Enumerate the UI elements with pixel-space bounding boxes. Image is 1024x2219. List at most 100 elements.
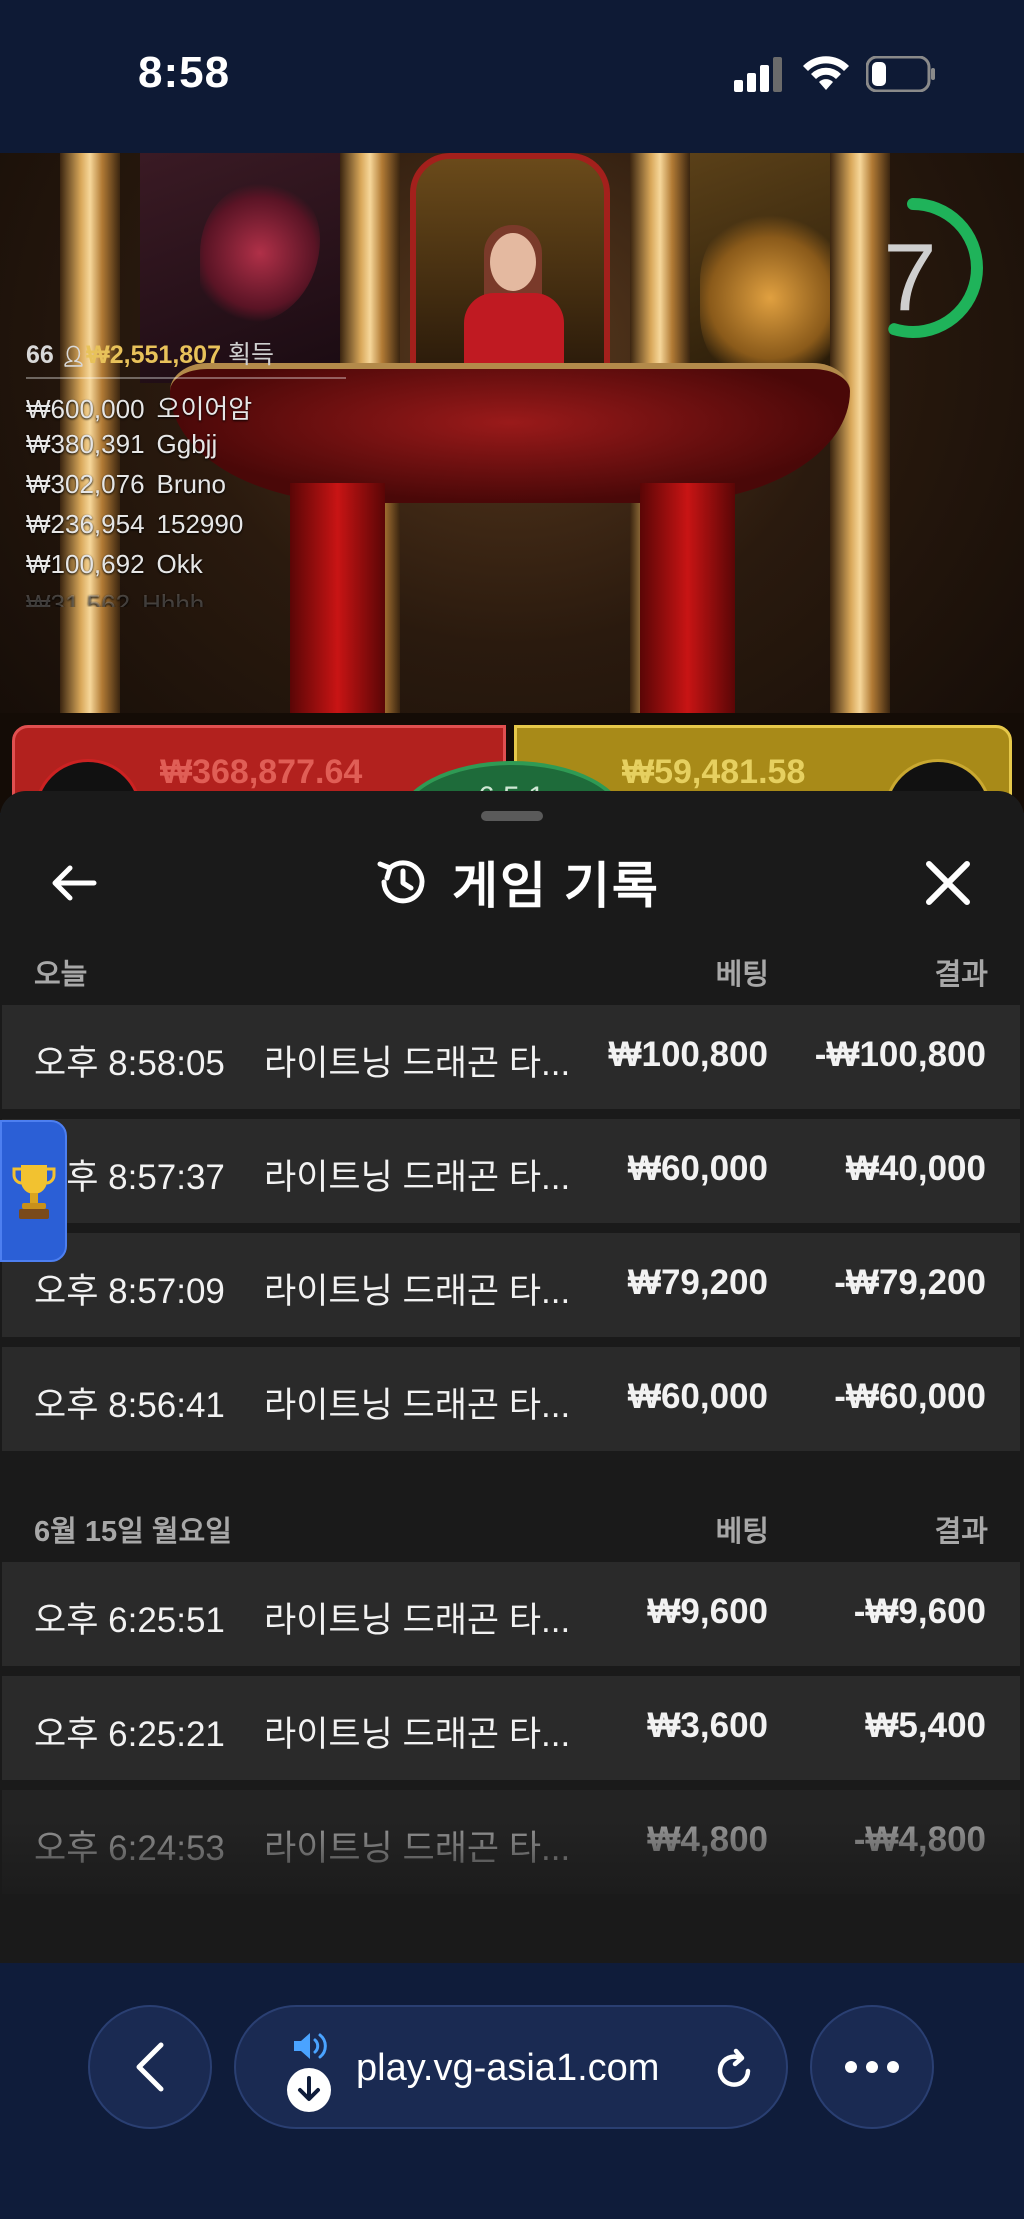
row-bet: ₩3,600 — [647, 1706, 768, 1745]
column-result: 결과 — [934, 1516, 988, 1548]
column-result: 결과 — [934, 959, 988, 991]
column-bet: 베팅 — [715, 1516, 769, 1548]
row-game: 라이트닝 드래곤 타... — [264, 1158, 571, 1197]
row-bet: ₩4,800 — [647, 1820, 768, 1859]
winner-amount: ₩236,954 — [26, 509, 145, 539]
address-bar[interactable]: play.vg-asia1.com — [234, 2005, 788, 2129]
winner-name: Okk — [156, 549, 203, 579]
winner-name: Bruno — [156, 469, 226, 499]
winners-list: 66 👤︎₩2,551,807 획득 ₩600,000 오이어암 ₩380,391… — [26, 335, 346, 607]
section-header: 오늘 베팅 결과 — [0, 937, 1024, 997]
row-result: ₩40,000 — [845, 1149, 986, 1188]
sheet-header: 게임 기록 — [0, 825, 1024, 935]
history-row[interactable]: 오후 8:57:09 라이트닝 드래곤 타... ₩79,200 -₩79,20… — [2, 1233, 1020, 1337]
tiger-bet-total: ₩59,481.58 — [622, 753, 806, 791]
row-result: -₩79,200 — [834, 1263, 986, 1302]
sheet-title: 게임 기록 — [374, 847, 660, 917]
winners-header: 66 👤︎₩2,551,807 획득 — [26, 335, 346, 379]
column-bet: 베팅 — [715, 959, 769, 991]
history-icon — [377, 860, 425, 904]
row-game: 라이트닝 드래곤 타... — [264, 1386, 571, 1425]
chevron-left-icon — [136, 2042, 164, 2092]
winner-amount: ₩302,076 — [26, 469, 145, 499]
row-bet: ₩79,200 — [627, 1263, 768, 1302]
row-result: ₩5,400 — [865, 1706, 986, 1745]
row-time: 오후 6:24:53 — [34, 1829, 225, 1868]
row-result: -₩9,600 — [853, 1592, 986, 1631]
winner-name: Hhhh — [142, 589, 205, 607]
countdown-number: 7 — [883, 224, 937, 331]
winner-name: 152990 — [156, 509, 244, 539]
winner-row: ₩380,391 Ggbjj — [26, 429, 346, 459]
history-row[interactable]: 오후 6:25:21 라이트닝 드래곤 타... ₩3,600 ₩5,400 — [2, 1676, 1020, 1780]
row-game: 라이트닝 드래곤 타... — [264, 1044, 571, 1083]
section-date: 오늘 — [34, 959, 88, 991]
winner-amount: ₩380,391 — [26, 429, 145, 459]
row-bet: ₩9,600 — [647, 1592, 768, 1631]
person-icon: 👤︎ — [60, 346, 87, 368]
reload-icon[interactable] — [710, 2047, 758, 2095]
battery-icon — [866, 56, 935, 92]
winner-name: Ggbjj — [156, 429, 218, 459]
history-row[interactable]: 오후 6:25:51 라이트닝 드래곤 타... ₩9,600 -₩9,600 — [2, 1562, 1020, 1666]
row-game: 라이트닝 드래곤 타... — [264, 1272, 571, 1311]
dragon-bet-total: ₩368,877.64 — [160, 753, 363, 791]
game-history-sheet: 게임 기록 오늘 베팅 결과 오후 8:58:05 라이트닝 드래곤 타... … — [0, 791, 1024, 1963]
row-result: -₩100,800 — [814, 1035, 986, 1074]
row-result: -₩60,000 — [834, 1377, 986, 1416]
row-bet: ₩60,000 — [627, 1149, 768, 1188]
trophy-icon — [12, 1165, 55, 1219]
row-game: 라이트닝 드래곤 타... — [264, 1829, 571, 1868]
wifi-icon — [803, 56, 849, 90]
winner-row: ₩600,000 오이어암 — [26, 389, 346, 424]
table-drape — [640, 483, 735, 743]
section-header: 6월 15일 월요일 베팅 결과 — [0, 1494, 1024, 1554]
row-time: 오후 6:25:21 — [34, 1715, 225, 1754]
download-icon[interactable] — [286, 2067, 332, 2113]
row-bet: ₩60,000 — [627, 1377, 768, 1416]
cellular-signal-icon — [734, 57, 782, 92]
browser-back-button[interactable] — [88, 2005, 212, 2129]
history-row[interactable]: 오후 6:24:53 라이트닝 드래곤 타... ₩4,800 -₩4,800 — [2, 1790, 1020, 1894]
speaker-icon[interactable] — [292, 2029, 332, 2063]
winner-row: ₩100,692 Okk — [26, 549, 346, 579]
row-time: 오후 6:25:51 — [34, 1601, 225, 1640]
more-button[interactable] — [810, 2005, 934, 2129]
screen: 8:58 7 66 👤︎₩2,551,807 획득 ₩600,000 오이어암 … — [0, 0, 1024, 2219]
dealer-head — [490, 233, 536, 291]
winners-total: ₩2,551,807 — [86, 341, 221, 369]
winner-amount: ₩100,692 — [26, 549, 145, 579]
row-bet: ₩100,800 — [608, 1035, 768, 1074]
row-time: 오후 8:56:41 — [34, 1386, 225, 1425]
row-time: 오후 8:58:05 — [34, 1044, 225, 1083]
winner-row: ₩302,076 Bruno — [26, 469, 346, 499]
url-text: play.vg-asia1.com — [356, 2047, 660, 2089]
close-icon — [926, 861, 970, 905]
sheet-title-text: 게임 기록 — [452, 858, 660, 914]
back-button[interactable] — [44, 855, 104, 911]
winner-name: 오이어암 — [156, 394, 253, 424]
close-button[interactable] — [918, 855, 978, 911]
sheet-grabber[interactable] — [481, 811, 543, 821]
history-row[interactable]: 오후 8:57:37 라이트닝 드래곤 타... ₩60,000 ₩40,000 — [2, 1119, 1020, 1223]
more-icon — [845, 2061, 899, 2073]
tiger-image — [700, 213, 840, 383]
leaderboard-tab[interactable] — [0, 1120, 67, 1262]
history-row[interactable]: 오후 8:56:41 라이트닝 드래곤 타... ₩60,000 -₩60,00… — [2, 1347, 1020, 1451]
winners-count: 66 — [26, 341, 54, 369]
browser-toolbar: play.vg-asia1.com — [0, 1963, 1024, 2219]
section-date: 6월 15일 월요일 — [34, 1516, 232, 1548]
row-result: -₩4,800 — [853, 1820, 986, 1859]
winner-row: ₩236,954 152990 — [26, 509, 346, 539]
winner-amount: ₩31,562 — [26, 589, 131, 607]
status-bar: 8:58 — [0, 0, 1024, 153]
winner-amount: ₩600,000 — [26, 394, 145, 424]
arrow-left-icon — [52, 865, 97, 901]
row-time: 오후 8:57:09 — [34, 1272, 225, 1311]
history-row[interactable]: 오후 8:58:05 라이트닝 드래곤 타... ₩100,800 -₩100,… — [2, 1005, 1020, 1109]
row-game: 라이트닝 드래곤 타... — [264, 1715, 571, 1754]
status-time: 8:58 — [138, 48, 231, 97]
winners-total-label: 획득 — [227, 341, 274, 369]
row-game: 라이트닝 드래곤 타... — [264, 1601, 571, 1640]
winner-row: ₩31,562 Hhhh — [26, 589, 346, 607]
